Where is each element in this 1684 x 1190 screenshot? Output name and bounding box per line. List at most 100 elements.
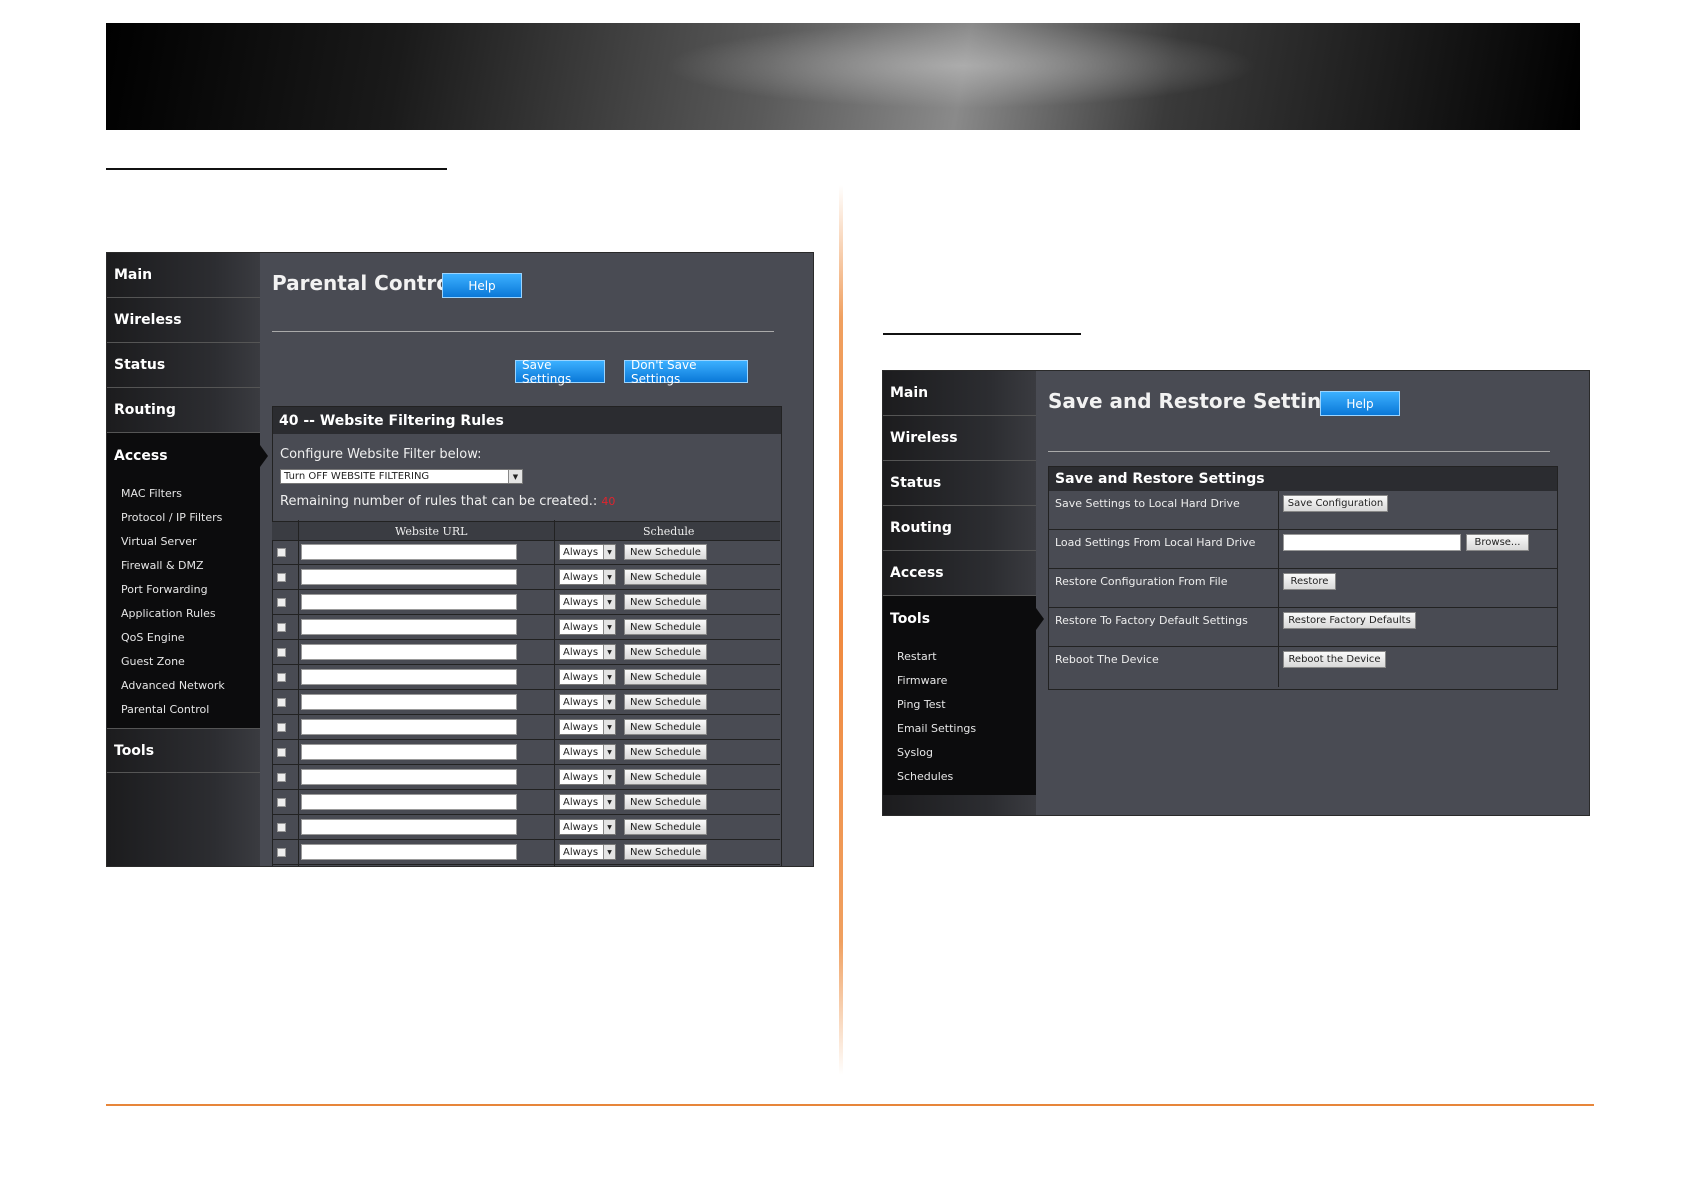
sidebar-nav: Main Wireless Status Routing Access MAC … [107,253,268,866]
sidebar-subitem-advanced-network[interactable]: Advanced Network [107,674,260,698]
rule-enable-checkbox[interactable] [277,573,286,582]
config-file-input[interactable] [1283,534,1461,551]
website-url-input[interactable] [301,644,517,660]
footer-rule [106,1104,1594,1106]
website-url-input[interactable] [301,669,517,685]
new-schedule-button[interactable]: New Schedule [624,744,707,760]
schedule-select[interactable]: Always ▼ [559,719,616,735]
new-schedule-button[interactable]: New Schedule [624,619,707,635]
new-schedule-button[interactable]: New Schedule [624,644,707,660]
sidebar-subitem-qos-engine[interactable]: QoS Engine [107,626,260,650]
schedule-select[interactable]: Always ▼ [559,644,616,660]
schedule-select[interactable]: Always ▼ [559,769,616,785]
sidebar-subitem-ping-test[interactable]: Ping Test [883,693,1036,717]
rule-enable-checkbox[interactable] [277,648,286,657]
website-url-input[interactable] [301,794,517,810]
new-schedule-button[interactable]: New Schedule [624,544,707,560]
sidebar-item-status[interactable]: Status [883,461,1036,506]
website-url-input[interactable] [301,744,517,760]
schedule-select[interactable]: Always ▼ [559,844,616,860]
website-url-input[interactable] [301,619,517,635]
schedule-select[interactable]: Always ▼ [559,569,616,585]
browse-button[interactable]: Browse... [1466,534,1529,551]
website-url-input[interactable] [301,569,517,585]
sidebar-item-access[interactable]: Access [883,551,1036,596]
sidebar-subitem-mac-filters[interactable]: MAC Filters [107,482,260,506]
sidebar-item-access[interactable]: Access [107,433,268,478]
sidebar-item-main[interactable]: Main [883,371,1036,416]
sidebar-subitem-application-rules[interactable]: Application Rules [107,602,260,626]
website-url-input[interactable] [301,544,517,560]
sidebar-subitem-email-settings[interactable]: Email Settings [883,717,1036,741]
sidebar-subitem-parental-control[interactable]: Parental Control [107,698,260,722]
sidebar-subitem-schedules[interactable]: Schedules [883,765,1036,789]
new-schedule-button[interactable]: New Schedule [624,694,707,710]
schedule-select[interactable]: Always ▼ [559,819,616,835]
rule-enable-checkbox[interactable] [277,773,286,782]
website-url-input[interactable] [301,719,517,735]
new-schedule-button[interactable]: New Schedule [624,794,707,810]
sidebar-subitem-restart[interactable]: Restart [883,645,1036,669]
schedule-select[interactable]: Always ▼ [559,594,616,610]
new-schedule-button[interactable]: New Schedule [624,669,707,685]
rule-enable-checkbox[interactable] [277,823,286,832]
reboot-device-button[interactable]: Reboot the Device [1283,651,1386,668]
rule-enable-checkbox[interactable] [277,723,286,732]
chevron-down-icon: ▼ [603,795,615,809]
website-url-input[interactable] [301,694,517,710]
new-schedule-button[interactable]: New Schedule [624,569,707,585]
rule-enable-checkbox[interactable] [277,748,286,757]
new-schedule-button[interactable]: New Schedule [624,819,707,835]
help-button[interactable]: Help [442,273,522,298]
schedule-select[interactable]: Always ▼ [559,744,616,760]
configure-filter-label: Configure Website Filter below: [280,447,482,462]
schedule-select[interactable]: Always ▼ [559,794,616,810]
rule-enable-checkbox[interactable] [277,598,286,607]
main-content: Parental Control Help Save Settings Don'… [260,253,813,866]
sidebar-subitem-protocol-ip-filters[interactable]: Protocol / IP Filters [107,506,260,530]
schedule-select[interactable]: Always ▼ [559,619,616,635]
sidebar-item-routing[interactable]: Routing [107,388,260,433]
help-button[interactable]: Help [1320,391,1400,416]
sidebar-subitem-firmware[interactable]: Firmware [883,669,1036,693]
schedule-select[interactable]: Always ▼ [559,694,616,710]
rule-enable-checkbox[interactable] [277,548,286,557]
new-schedule-button[interactable]: New Schedule [624,844,707,860]
dont-save-settings-button[interactable]: Don't Save Settings [624,358,748,386]
sidebar-submenu: MAC Filters Protocol / IP Filters Virtua… [107,478,260,728]
website-url-input[interactable] [301,844,517,860]
rule-enable-checkbox[interactable] [277,673,286,682]
rule-enable-checkbox[interactable] [277,848,286,857]
rule-enable-checkbox[interactable] [277,798,286,807]
rule-enable-checkbox[interactable] [277,698,286,707]
website-url-input[interactable] [301,594,517,610]
new-schedule-button[interactable]: New Schedule [624,719,707,735]
schedule-select[interactable]: Always ▼ [559,669,616,685]
sidebar-subitem-guest-zone[interactable]: Guest Zone [107,650,260,674]
sidebar-item-tools[interactable]: Tools [883,596,1044,641]
sidebar-subitem-syslog[interactable]: Syslog [883,741,1036,765]
schedule-select-value: Always [563,646,599,658]
rule-enable-checkbox[interactable] [277,623,286,632]
save-configuration-button[interactable]: Save Configuration [1283,495,1388,512]
sidebar-item-main[interactable]: Main [107,253,260,298]
schedule-select-value: Always [563,546,599,558]
sidebar-subitem-port-forwarding[interactable]: Port Forwarding [107,578,260,602]
save-settings-button[interactable]: Save Settings [515,358,605,386]
website-url-input[interactable] [301,769,517,785]
sidebar-item-tools[interactable]: Tools [107,728,260,773]
restore-factory-defaults-button[interactable]: Restore Factory Defaults [1283,612,1416,629]
website-filter-select[interactable]: Turn OFF WEBSITE FILTERING ▼ [280,469,523,484]
new-schedule-button[interactable]: New Schedule [624,769,707,785]
sidebar-item-status[interactable]: Status [107,343,260,388]
schedule-select[interactable]: Always ▼ [559,544,616,560]
sidebar-subitem-firewall-dmz[interactable]: Firewall & DMZ [107,554,260,578]
rule-row: Always ▼ New Schedule [272,540,780,565]
sidebar-item-wireless[interactable]: Wireless [883,416,1036,461]
sidebar-subitem-virtual-server[interactable]: Virtual Server [107,530,260,554]
restore-button[interactable]: Restore [1283,573,1336,590]
website-url-input[interactable] [301,819,517,835]
new-schedule-button[interactable]: New Schedule [624,594,707,610]
sidebar-item-routing[interactable]: Routing [883,506,1036,551]
sidebar-item-wireless[interactable]: Wireless [107,298,260,343]
